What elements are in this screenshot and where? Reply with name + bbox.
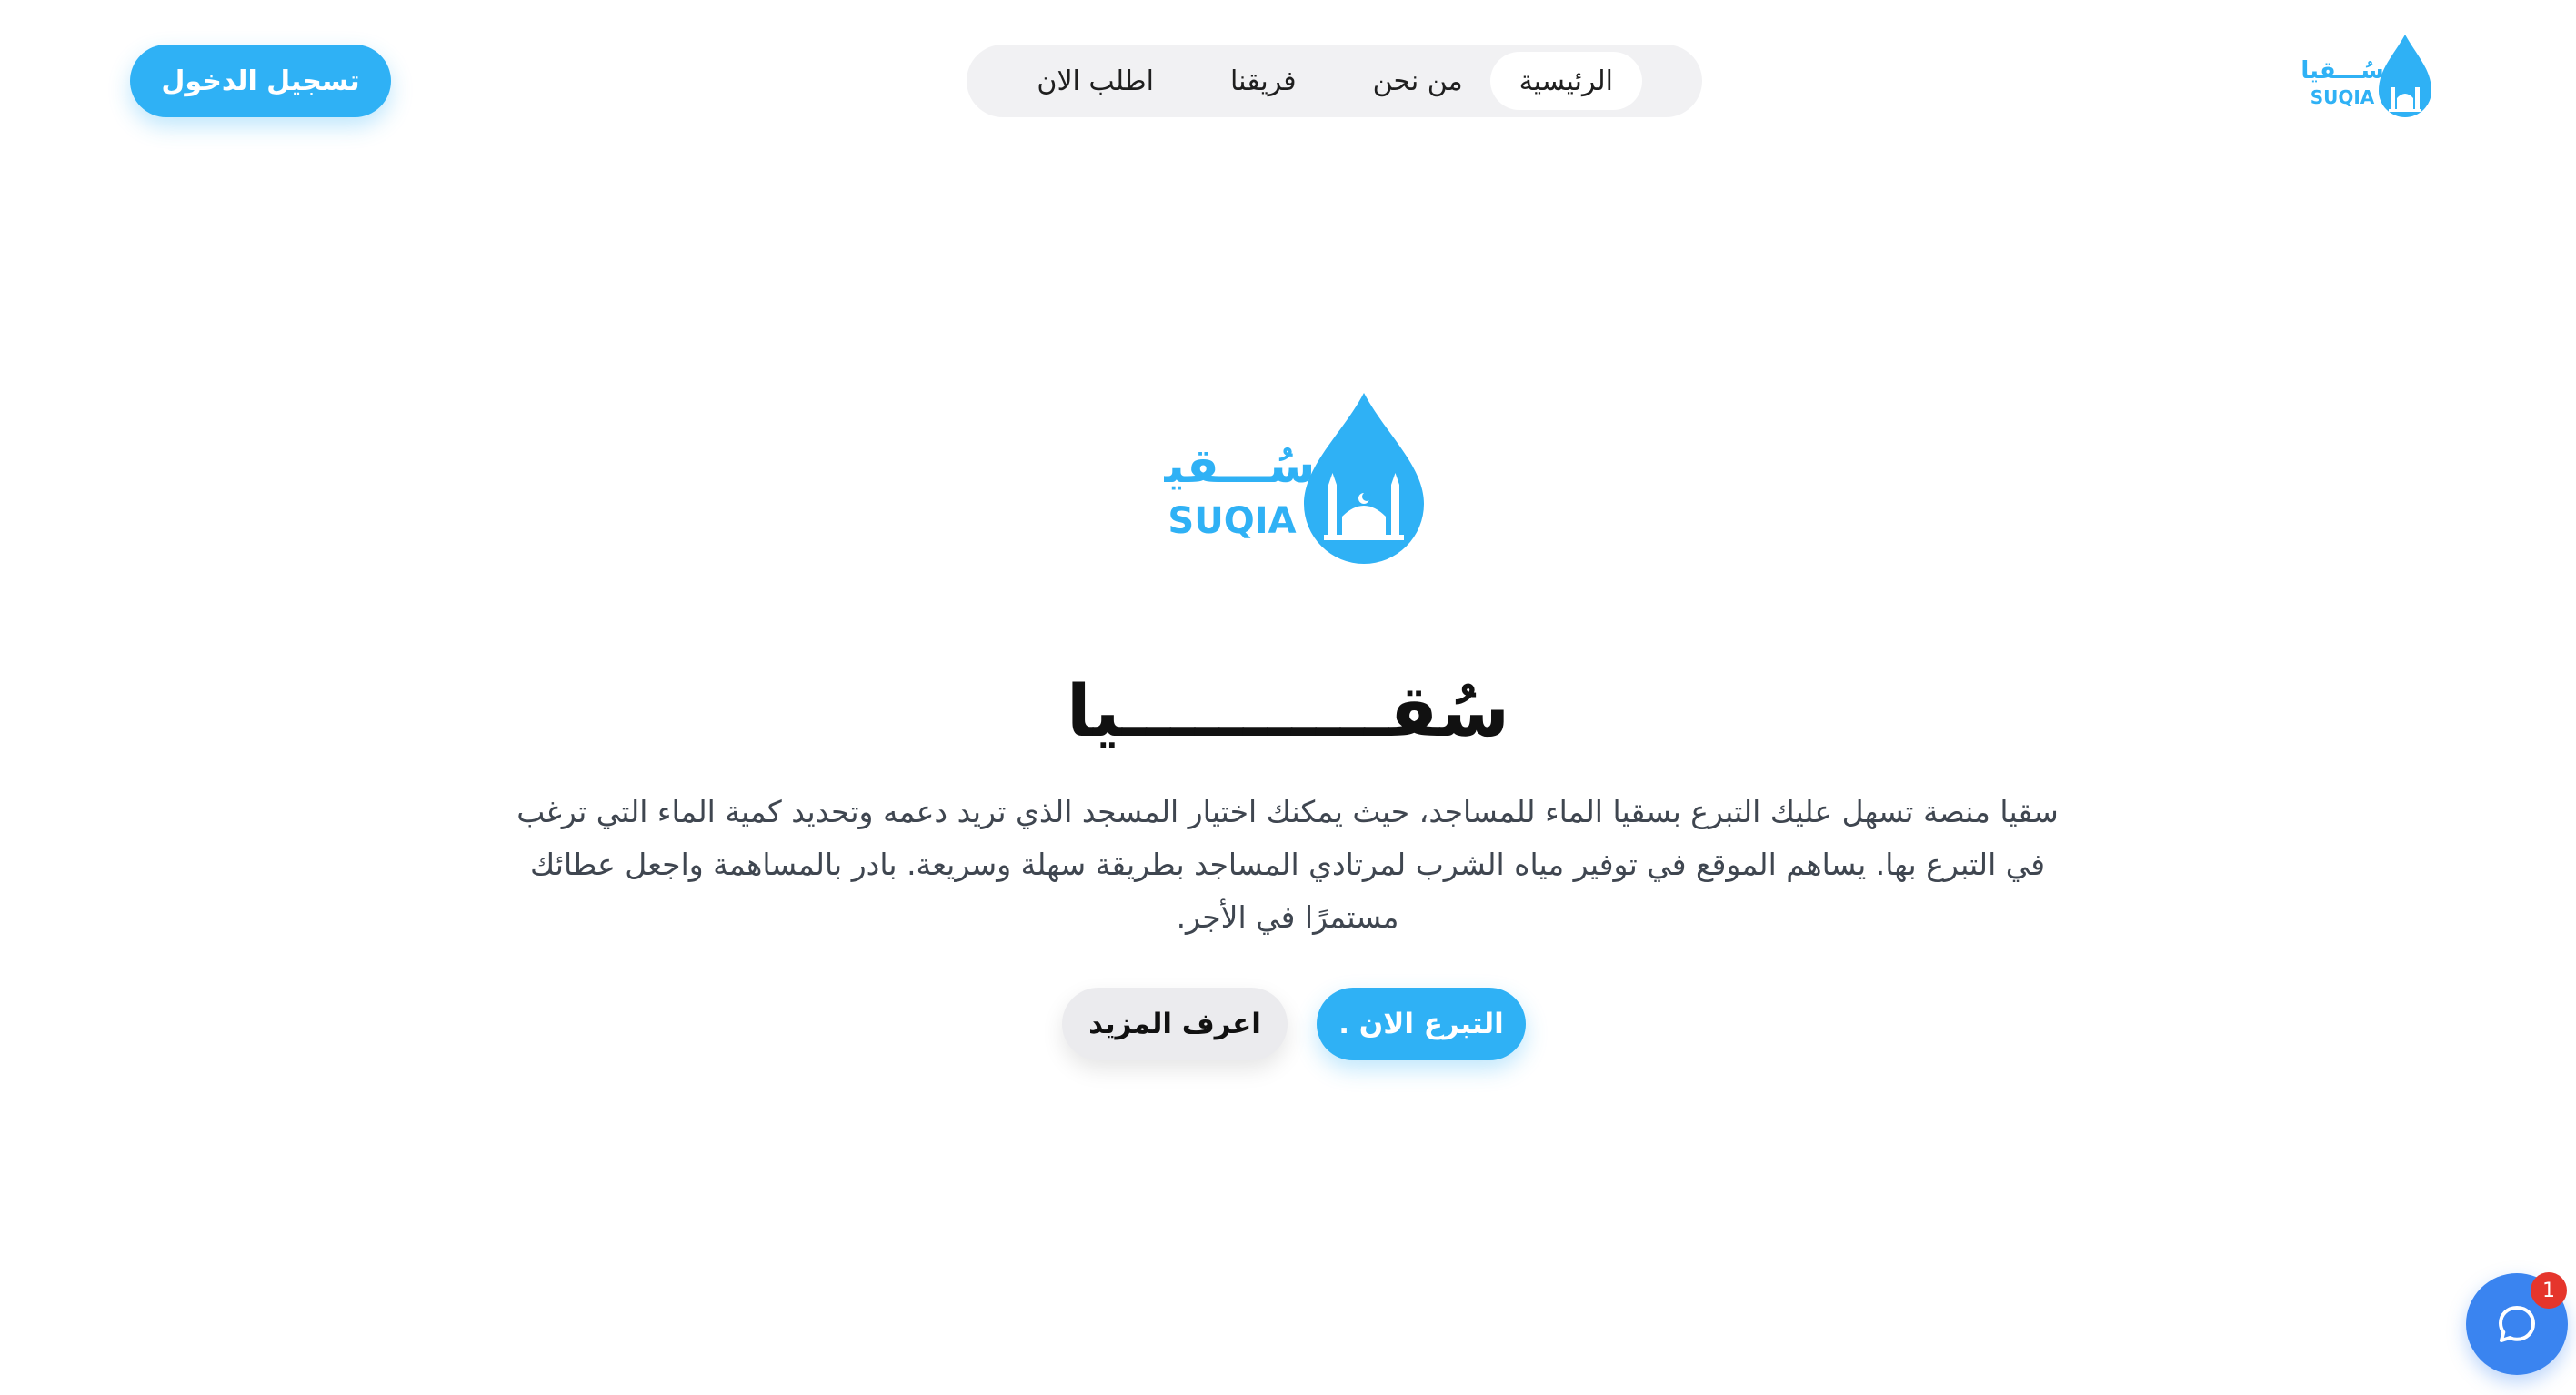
water-drop-mosque-icon (1304, 393, 1424, 564)
hero-title: سُقـــــــــــيا (1066, 671, 1510, 753)
nav-item-home[interactable]: الرئيسية (1489, 52, 1642, 110)
login-button[interactable]: تسجيل الدخول (130, 45, 391, 117)
nav-item-request[interactable]: اطلب الان (1007, 52, 1183, 110)
chat-bubble-icon (2499, 1306, 2535, 1342)
donate-now-button[interactable]: التبرع الان . (1317, 988, 1526, 1060)
main-nav: الرئيسية من نحن فريقنا اطلب الان (967, 45, 1702, 117)
header-logo[interactable]: سُـــقيا SUQIA (2300, 31, 2437, 122)
chat-notification-badge: 1 (2531, 1272, 2567, 1309)
hero-description: سقيا منصة تسهل عليك التبرع بسقيا الماء ل… (516, 794, 2059, 935)
header-logo-arabic: سُـــقيا (2300, 57, 2383, 85)
header-logo-latin: SUQIA (2310, 86, 2375, 108)
nav-item-about[interactable]: من نحن (1344, 52, 1492, 110)
nav-item-team[interactable]: فريقنا (1201, 52, 1326, 110)
landing-page: تسجيل الدخول الرئيسية من نحن فريقنا اطلب… (0, 0, 2576, 1395)
hero-logo-arabic: سُـــقيا (1164, 439, 1315, 494)
water-drop-mosque-icon (2379, 35, 2431, 117)
learn-more-button[interactable]: اعرف المزيد (1062, 988, 1288, 1060)
hero-logo-latin: SUQIA (1168, 500, 1296, 542)
hero-logo: سُـــقيا SUQIA (1164, 393, 1424, 564)
